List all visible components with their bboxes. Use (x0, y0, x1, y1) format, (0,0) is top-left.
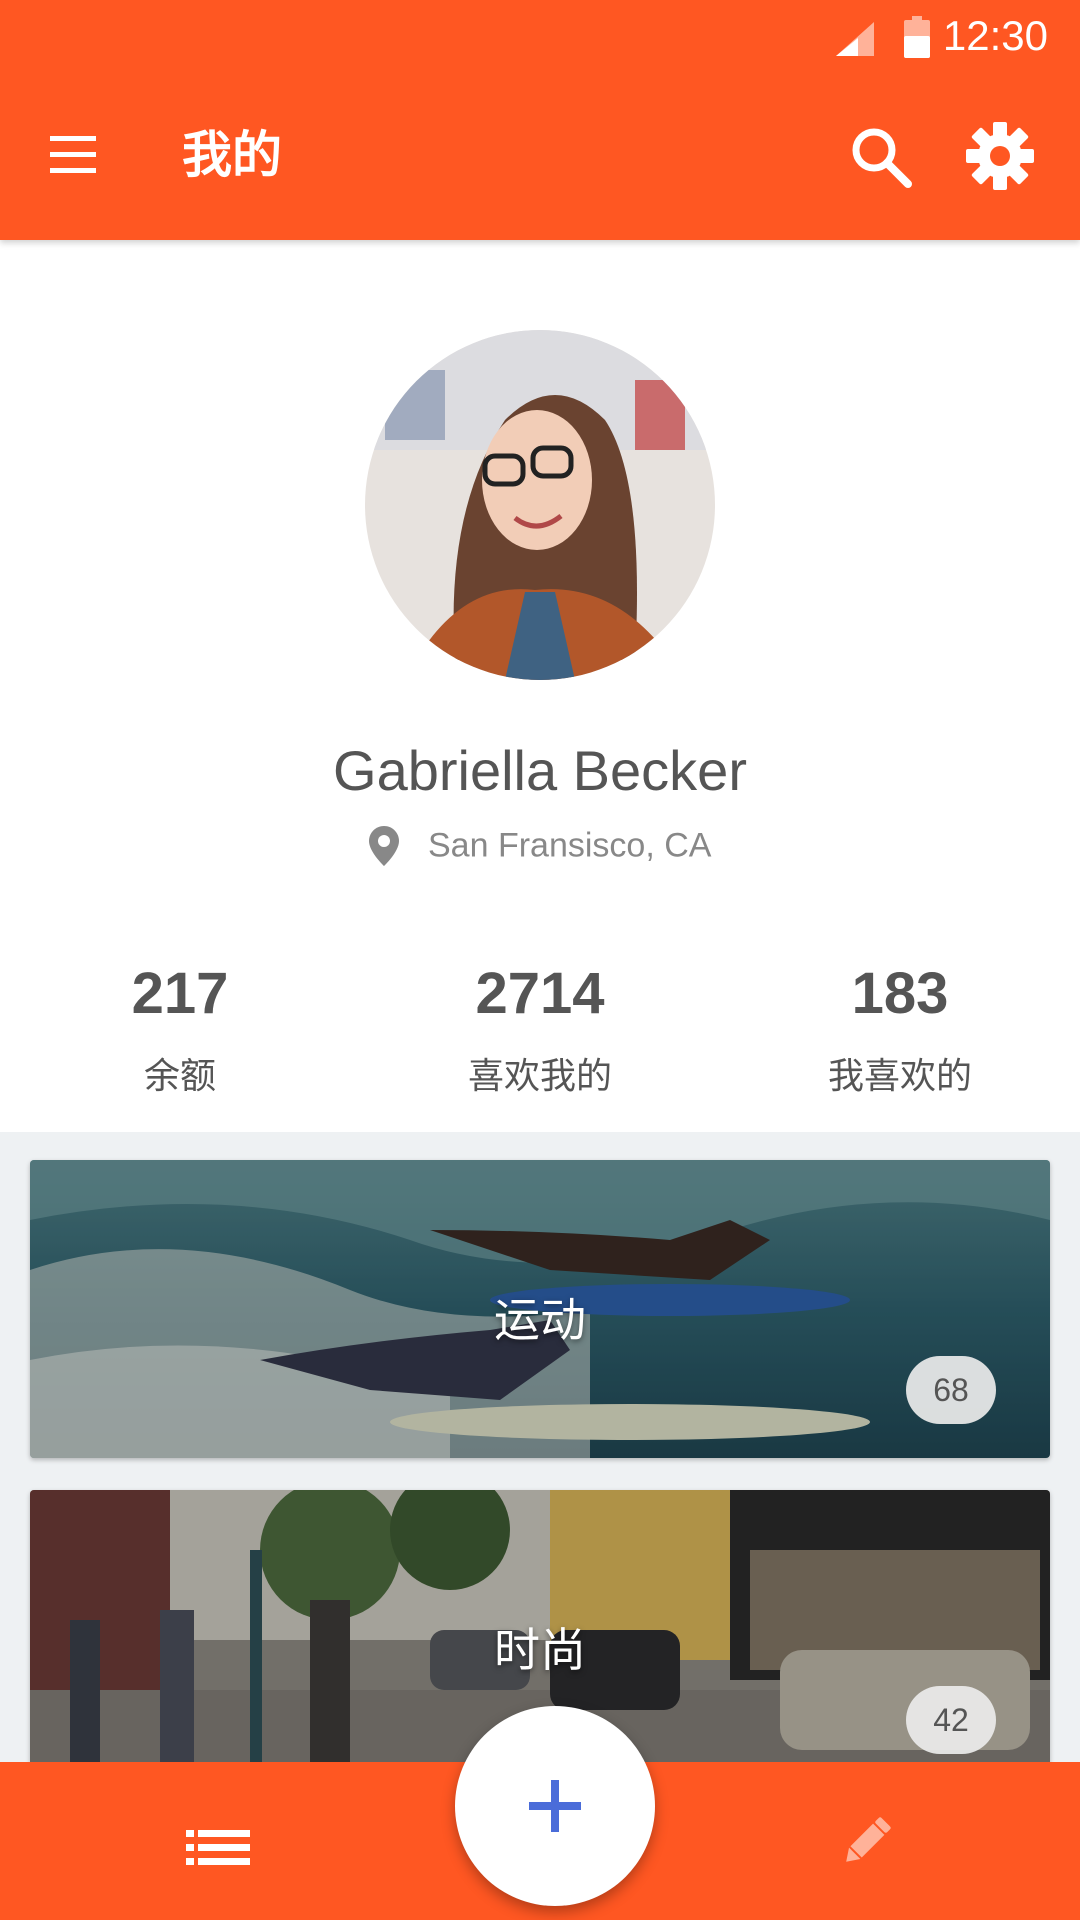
profile-location: San Fransisco, CA (0, 825, 1080, 867)
profile-section: Gabriella Becker San Fransisco, CA 217 余… (0, 240, 1080, 1132)
page-title: 我的 (182, 126, 282, 184)
battery-icon (904, 16, 930, 58)
stat-value: 183 (851, 961, 949, 1026)
edit-icon[interactable] (836, 1812, 896, 1872)
stat-label: 喜欢我的 (467, 1056, 612, 1097)
card-title: 运动 (494, 1293, 586, 1347)
stat-value: 217 (131, 961, 229, 1026)
signal-icon (836, 22, 874, 56)
stat-i-like[interactable]: 183 我喜欢的 (720, 960, 1080, 1099)
list-icon[interactable] (186, 1828, 250, 1868)
settings-icon[interactable] (962, 118, 1038, 194)
add-button[interactable] (455, 1706, 655, 1906)
stat-liked-me[interactable]: 2714 喜欢我的 (360, 960, 720, 1099)
app-bar: 12:30 我的 (0, 0, 1080, 240)
status-time: 12:30 (942, 12, 1048, 59)
location-pin-icon (368, 826, 399, 867)
add-icon (529, 1780, 581, 1832)
menu-icon[interactable] (40, 122, 106, 188)
status-bar: 12:30 (0, 0, 1080, 72)
profile-name: Gabriella Becker (333, 739, 747, 802)
card-count-badge: 42 (906, 1686, 996, 1754)
avatar[interactable] (365, 330, 715, 680)
location-text: San Fransisco, CA (428, 826, 712, 865)
stat-balance[interactable]: 217 余额 (0, 960, 360, 1099)
stat-value: 2714 (475, 961, 605, 1026)
stats-row: 217 余额 2714 喜欢我的 183 我喜欢的 (0, 960, 1080, 1120)
card-title: 时尚 (494, 1623, 586, 1677)
card-count-badge: 68 (906, 1356, 996, 1424)
search-icon[interactable] (846, 122, 916, 192)
category-card-sports[interactable]: 运动 68 (30, 1160, 1050, 1458)
stat-label: 我喜欢的 (827, 1056, 972, 1097)
stat-label: 余额 (143, 1056, 216, 1097)
